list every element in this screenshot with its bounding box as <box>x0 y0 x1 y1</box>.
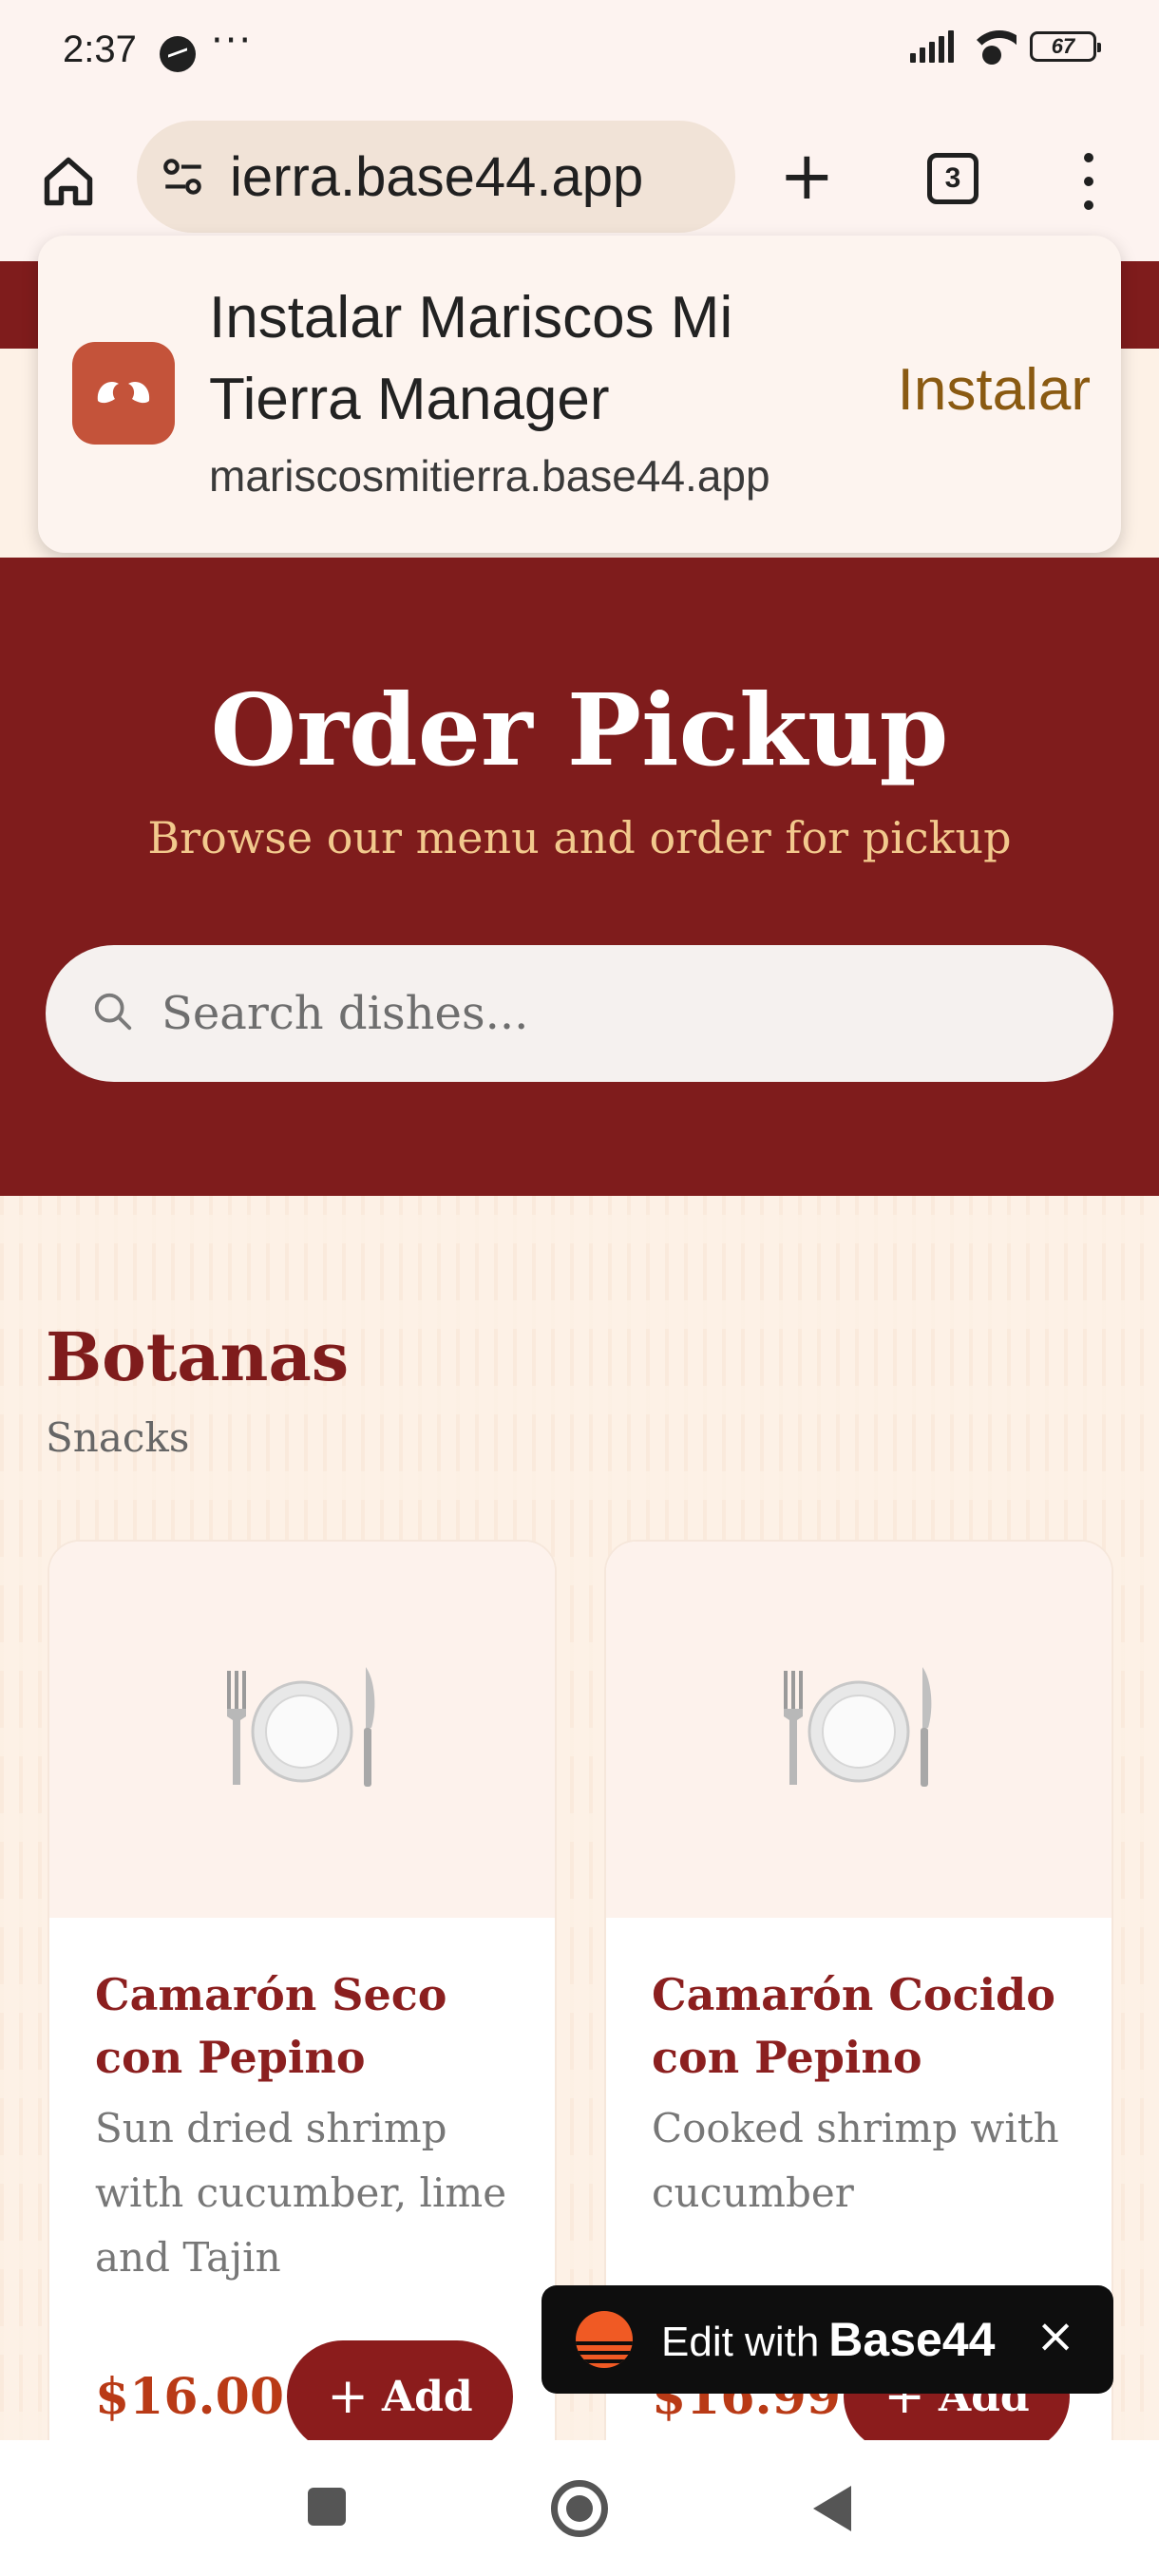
home-button-icon[interactable] <box>551 2480 608 2537</box>
edit-with-base44-badge[interactable]: Edit with Base44 × <box>542 2285 1113 2394</box>
base44-prefix: Edit with <box>661 2319 820 2365</box>
section-subtitle: Snacks <box>46 1414 190 1461</box>
install-button[interactable]: Instalar <box>892 355 1096 425</box>
install-prompt[interactable]: Instalar Mariscos Mi Tierra Manager mari… <box>38 236 1121 553</box>
tabs-icon[interactable]: 3 <box>927 153 978 204</box>
page-title: Order Pickup <box>210 672 949 788</box>
add-to-cart-button[interactable]: + Add <box>287 2340 513 2453</box>
search-input[interactable] <box>160 986 1015 1041</box>
item-price: $16.00 <box>95 2367 285 2426</box>
app-icon <box>72 342 175 445</box>
status-time: 2:37 <box>63 28 137 70</box>
plate-icon <box>221 1661 383 1798</box>
section-title: Botanas <box>46 1317 350 1396</box>
signal-icon <box>910 30 954 63</box>
url-text: ierra.base44.app <box>230 145 644 208</box>
address-bar[interactable]: ierra.base44.app <box>137 121 735 233</box>
menu-card[interactable]: Camarón Seco con Pepino Sun dried shrimp… <box>48 1540 557 2490</box>
item-description: Sun dried shrimp with cucumber, lime and… <box>95 2105 507 2281</box>
recents-icon[interactable] <box>308 2488 346 2526</box>
search-icon <box>91 990 135 1037</box>
base44-logo-icon <box>576 2311 633 2368</box>
card-image <box>606 1542 1112 1918</box>
messenger-icon <box>160 36 196 72</box>
plus-icon: + <box>327 2368 369 2425</box>
base44-brand: Base44 <box>828 2313 996 2366</box>
plate-icon <box>778 1661 940 1798</box>
install-url: mariscosmitierra.base44.app <box>209 451 770 501</box>
wifi-icon <box>967 28 1016 65</box>
add-label: Add <box>381 2372 473 2421</box>
menu-icon[interactable] <box>1079 153 1098 210</box>
item-name: Camarón Cocido con Pepino <box>652 1969 1055 2083</box>
status-bar: 2:37 ··· 67 <box>0 0 1159 109</box>
battery-icon: 67 <box>1030 31 1101 62</box>
base44-label: Edit with Base44 <box>661 2312 995 2367</box>
site-settings-icon[interactable] <box>160 153 207 200</box>
install-title: Instalar Mariscos Mi Tierra Manager <box>209 285 733 432</box>
menu-content: Botanas Snacks Camarón Seco con Pepino S… <box>0 1196 1159 2490</box>
new-tab-icon[interactable]: + <box>779 138 835 214</box>
system-navigation-bar <box>0 2440 1159 2576</box>
hero-section: Order Pickup Browse our menu and order f… <box>0 558 1159 1196</box>
search-bar[interactable] <box>46 945 1113 1082</box>
card-image <box>49 1542 555 1918</box>
close-icon[interactable]: × <box>1036 2308 1075 2363</box>
more-notifications-icon: ··· <box>211 19 254 63</box>
item-description: Cooked shrimp with cucumber <box>652 2105 1059 2216</box>
page-subtitle: Browse our menu and order for pickup <box>147 812 1012 863</box>
status-indicators: 67 <box>910 28 1101 65</box>
item-name: Camarón Seco con Pepino <box>95 1969 447 2083</box>
back-icon[interactable] <box>813 2486 851 2531</box>
home-icon[interactable] <box>34 147 103 216</box>
